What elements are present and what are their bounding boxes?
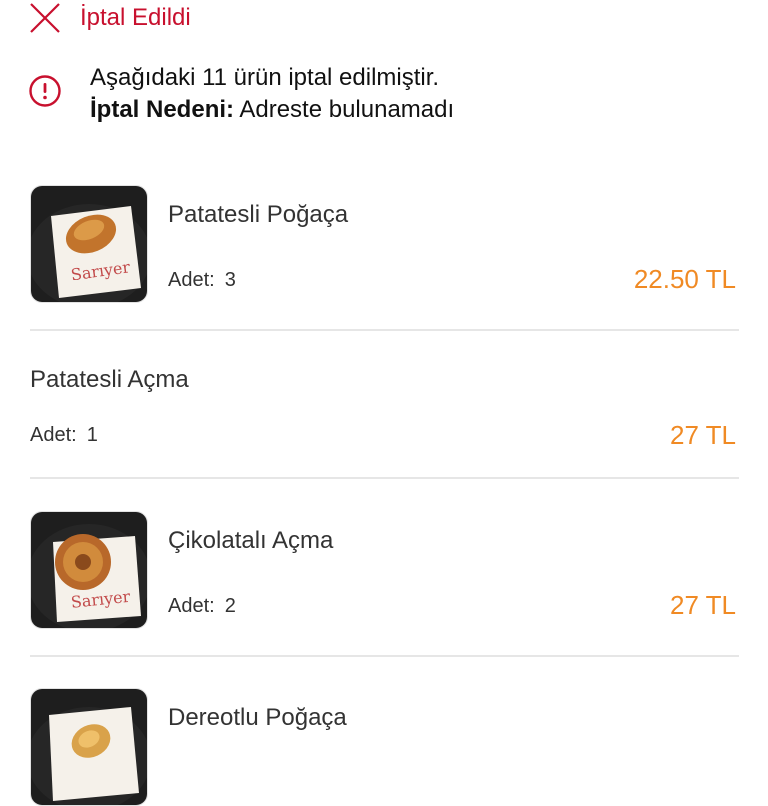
list-item[interactable]: Sarıyer Patatesli Poğaça Adet: 3 22.50 TL xyxy=(30,185,740,303)
quantity-label: Adet: xyxy=(30,424,77,446)
divider xyxy=(30,655,739,657)
list-item[interactable]: Patatesli Açma Adet: 1 27 TL xyxy=(30,362,740,452)
cancel-reason-value: Adreste bulunamadı xyxy=(239,96,455,123)
quantity-label: Adet: xyxy=(168,269,215,291)
acma-image: Sarıyer xyxy=(30,511,148,629)
quantity-value: 1 xyxy=(86,424,98,446)
divider xyxy=(30,329,739,331)
cancel-reason: İptal Nedeni: Adreste bulunamadı xyxy=(90,94,454,126)
cancel-reason-label: İptal Nedeni: xyxy=(90,96,235,123)
item-name: Patatesli Poğaça xyxy=(168,201,349,228)
info-circle-icon xyxy=(29,75,61,107)
status-header: İptal Edildi xyxy=(28,0,191,36)
item-quantity: Adet: 2 xyxy=(168,595,236,618)
pogaca-image xyxy=(30,688,148,806)
notice-message: Aşağıdaki 11 ürün iptal edilmiştir. xyxy=(90,64,440,91)
item-price: 27 TL xyxy=(669,420,736,450)
status-title: İptal Edildi xyxy=(80,4,191,31)
list-item[interactable]: Dereotlu Poğaça xyxy=(30,688,740,806)
divider xyxy=(30,477,739,479)
item-price: 22.50 TL xyxy=(633,264,736,294)
item-quantity: Adet: 3 xyxy=(168,269,236,292)
item-name: Dereotlu Poğaça xyxy=(168,704,347,731)
item-name: Patatesli Açma xyxy=(30,366,189,393)
item-name: Çikolatalı Açma xyxy=(168,527,334,554)
pogaca-image: Sarıyer xyxy=(30,185,148,303)
cancellation-notice: Aşağıdaki 11 ürün iptal edilmiştir. İpta… xyxy=(28,62,748,126)
quantity-value: 3 xyxy=(224,269,236,291)
list-item[interactable]: Sarıyer Çikolatalı Açma Adet: 2 27 TL xyxy=(30,511,740,629)
quantity-label: Adet: xyxy=(168,595,215,617)
item-quantity: Adet: 1 xyxy=(30,424,98,447)
close-icon[interactable] xyxy=(28,1,62,35)
item-price: 27 TL xyxy=(669,590,736,620)
quantity-value: 2 xyxy=(224,595,236,617)
